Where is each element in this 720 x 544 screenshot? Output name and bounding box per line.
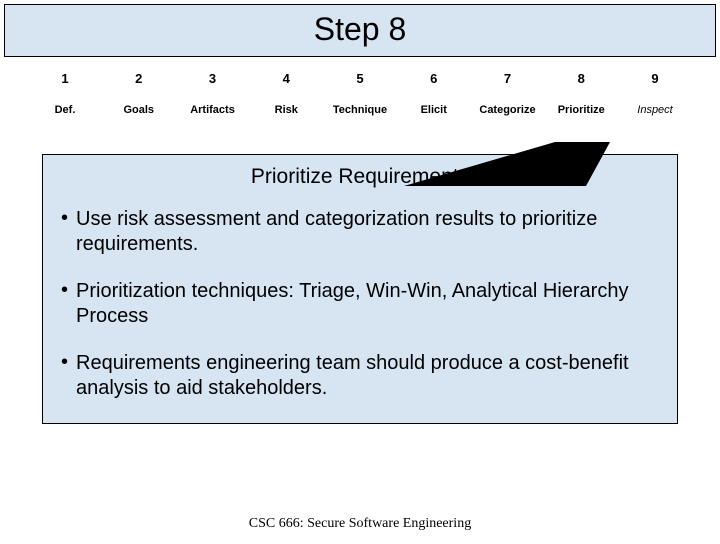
step-number: 4 [251,71,321,86]
bullet-item: • Use risk assessment and categorization… [61,207,659,257]
step-label: Technique [325,104,395,116]
bullet-dot-icon: • [61,207,68,257]
step-5: 5 Technique [325,71,395,116]
content-box: Prioritize Requirements • Use risk asses… [42,154,678,424]
bullet-dot-icon: • [61,279,68,329]
bullet-text: Use risk assessment and categorization r… [76,207,659,257]
page-title: Step 8 [5,11,715,48]
bullet-item: • Requirements engineering team should p… [61,351,659,401]
step-4: 4 Risk [251,71,321,116]
step-label: Artifacts [178,104,248,116]
step-label: Prioritize [546,104,616,116]
step-number: 3 [178,71,248,86]
bullet-dot-icon: • [61,351,68,401]
step-1: 1 Def. [30,71,100,116]
step-6: 6 Elicit [399,71,469,116]
step-number: 8 [546,71,616,86]
bullet-text: Prioritization techniques: Triage, Win-W… [76,279,659,329]
content-heading: Prioritize Requirements [61,165,659,189]
step-number: 9 [620,71,690,86]
step-number: 1 [30,71,100,86]
step-number: 5 [325,71,395,86]
step-number: 7 [473,71,543,86]
bullet-item: • Prioritization techniques: Triage, Win… [61,279,659,329]
step-label: Elicit [399,104,469,116]
step-number: 6 [399,71,469,86]
step-label: Goals [104,104,174,116]
step-label: Def. [30,104,100,116]
step-number: 2 [104,71,174,86]
steps-row: 1 Def. 2 Goals 3 Artifacts 4 Risk 5 Tech… [0,57,720,120]
title-box: Step 8 [4,4,716,57]
step-label: Risk [251,104,321,116]
step-2: 2 Goals [104,71,174,116]
step-9: 9 Inspect [620,71,690,116]
bullet-text: Requirements engineering team should pro… [76,351,659,401]
step-3: 3 Artifacts [178,71,248,116]
footer-text: CSC 666: Secure Software Engineering [0,516,720,532]
step-7: 7 Categorize [473,71,543,116]
step-label: Categorize [473,104,543,116]
step-8: 8 Prioritize [546,71,616,116]
step-label: Inspect [620,104,690,116]
